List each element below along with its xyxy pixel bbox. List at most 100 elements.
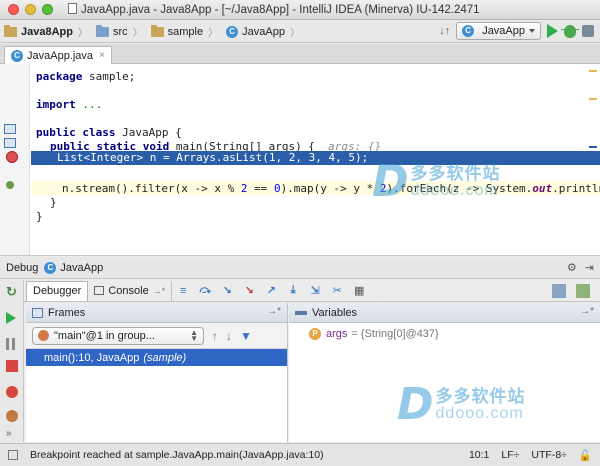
build-arrows-icon[interactable]: ↓↑ bbox=[439, 25, 450, 37]
class-icon: C bbox=[462, 25, 475, 37]
class-icon: C bbox=[44, 261, 57, 274]
pause-icon[interactable] bbox=[6, 338, 15, 350]
force-step-into-icon[interactable]: ↘ bbox=[242, 284, 256, 298]
close-tab-icon[interactable]: × bbox=[99, 50, 105, 61]
mute-breakpoints-icon[interactable] bbox=[6, 410, 18, 422]
drop-frame-icon[interactable]: ⤓ bbox=[286, 284, 300, 298]
memory-view-icon[interactable] bbox=[576, 284, 590, 298]
frames-panel: Frames →* "main"@1 in group... ▲ ▼ ↑ ↓ ▼ … bbox=[26, 303, 288, 442]
layout-settings-icon[interactable] bbox=[552, 284, 566, 298]
thread-select[interactable]: "main"@1 in group... ▲ ▼ bbox=[32, 326, 204, 345]
chevron-down-icon bbox=[529, 29, 535, 33]
file-encoding[interactable]: UTF-8÷ bbox=[531, 449, 567, 462]
variable-row[interactable]: P args = {String[0]@437} bbox=[289, 325, 600, 343]
navigation-bar: Java8App 〉 src 〉 sample 〉 C JavaApp 〉 ↓↑ C Jav… bbox=[0, 21, 600, 43]
class-icon: C bbox=[11, 49, 23, 62]
breadcrumb-class[interactable]: C JavaApp 〉 bbox=[222, 23, 304, 41]
run-toolbar: ↓↑ C JavaApp bbox=[439, 22, 594, 40]
rerun-icon[interactable]: ↻ bbox=[6, 285, 18, 298]
frame-row-selected[interactable]: main():10, JavaApp (sample) bbox=[26, 349, 287, 366]
thread-icon bbox=[38, 330, 49, 341]
breadcrumb-src[interactable]: src 〉 bbox=[92, 23, 147, 41]
code-line: package sample; bbox=[36, 70, 136, 83]
more-actions-icon[interactable]: » bbox=[6, 428, 18, 440]
chevron-right-icon: 〉 bbox=[289, 28, 300, 39]
window-title: JavaApp.java - Java8App - [~/Java8App] -… bbox=[60, 3, 600, 16]
view-breakpoints-icon[interactable] bbox=[6, 386, 18, 398]
document-icon bbox=[68, 3, 77, 14]
pin-icon: →* bbox=[152, 285, 166, 296]
step-into-icon[interactable]: ↘ bbox=[220, 284, 234, 298]
folder-icon bbox=[95, 24, 109, 37]
breakpoint-mark[interactable] bbox=[589, 158, 597, 160]
breakpoint-highlight-line: List<Integer> n = Arrays.asList(1, 2, 3,… bbox=[31, 151, 600, 165]
project-folder-icon bbox=[4, 24, 17, 37]
title-bar: JavaApp.java - Java8App - [~/Java8App] -… bbox=[0, 0, 600, 20]
code-line: } bbox=[50, 196, 57, 209]
resume-icon[interactable] bbox=[6, 312, 16, 324]
variables-icon bbox=[295, 310, 307, 315]
window-controls bbox=[8, 4, 53, 15]
tab-console[interactable]: Console →* bbox=[88, 280, 173, 301]
class-icon: C bbox=[226, 25, 239, 38]
lambda-breakpoint-icon[interactable] bbox=[6, 181, 14, 189]
coverage-button[interactable] bbox=[582, 25, 594, 37]
select-arrows-icon: ▲ ▼ bbox=[190, 327, 198, 343]
frames-header: Frames →* bbox=[26, 303, 287, 323]
tab-debugger[interactable]: Debugger bbox=[26, 280, 89, 301]
breakpoint-icon[interactable] bbox=[6, 151, 18, 163]
code-editor[interactable]: package sample; import ... public class … bbox=[0, 64, 600, 256]
overridden-method-icon[interactable] bbox=[4, 138, 16, 148]
frames-icon bbox=[32, 307, 43, 318]
pin-icon[interactable]: →* bbox=[267, 306, 281, 317]
stop-icon[interactable] bbox=[6, 360, 18, 372]
package-folder-icon bbox=[150, 24, 164, 37]
tool-windows-icon[interactable] bbox=[8, 450, 18, 460]
previous-frame-icon[interactable]: ↑ bbox=[212, 329, 218, 343]
watermark-d-icon: D bbox=[397, 379, 434, 430]
debug-actions-strip: ↻ » bbox=[0, 280, 24, 442]
warning-mark[interactable] bbox=[589, 70, 597, 72]
overridden-method-icon[interactable] bbox=[4, 124, 16, 134]
chevron-right-icon: 〉 bbox=[132, 28, 143, 39]
code-line: public class JavaApp { bbox=[36, 126, 182, 139]
restore-layout-icon[interactable]: ▦ bbox=[352, 284, 366, 298]
parameter-icon: P bbox=[309, 328, 321, 340]
code-line: } bbox=[36, 210, 43, 223]
caret-position[interactable]: 10:1 bbox=[469, 449, 489, 462]
close-window-button[interactable] bbox=[8, 4, 19, 15]
pin-icon[interactable]: →* bbox=[580, 306, 594, 317]
watermark-logo: D 多多软件站 ddooo.com bbox=[397, 379, 526, 430]
tab-javaapp-java[interactable]: C JavaApp.java × bbox=[4, 46, 112, 64]
breadcrumb-project[interactable]: Java8App 〉 bbox=[0, 23, 92, 41]
minimize-window-button[interactable] bbox=[25, 4, 36, 15]
filter-icon[interactable]: ▼ bbox=[240, 329, 252, 343]
gear-icon[interactable]: ⚙ bbox=[567, 261, 577, 274]
next-frame-icon[interactable]: ↓ bbox=[226, 329, 232, 343]
step-over-icon[interactable]: ⤼ bbox=[198, 284, 212, 298]
status-bar: Breakpoint reached at sample.JavaApp.mai… bbox=[0, 443, 600, 466]
run-button[interactable] bbox=[547, 24, 558, 38]
breadcrumb-sample[interactable]: sample 〉 bbox=[147, 23, 222, 41]
variables-header: Variables →* bbox=[289, 303, 600, 323]
hide-panel-icon[interactable]: ⇥ bbox=[585, 261, 594, 274]
step-out-icon[interactable]: ↗ bbox=[264, 284, 278, 298]
warning-mark[interactable] bbox=[589, 98, 597, 100]
chevron-right-icon: 〉 bbox=[208, 28, 219, 39]
debug-toolbar: Debugger Console →* ≡ ⤼ ↘ ↘ ↗ ⤓ ⇲ ✂ ▦ bbox=[0, 280, 600, 302]
debug-button[interactable] bbox=[561, 24, 579, 38]
line-separator[interactable]: LF÷ bbox=[501, 449, 519, 462]
run-configuration-select[interactable]: C JavaApp bbox=[456, 22, 541, 40]
code-line: import ... bbox=[36, 98, 103, 111]
thread-toolbar: "main"@1 in group... ▲ ▼ ↑ ↓ ▼ bbox=[26, 323, 287, 349]
run-to-cursor-icon[interactable]: ⇲ bbox=[308, 284, 322, 298]
zoom-window-button[interactable] bbox=[42, 4, 53, 15]
show-execution-point-icon[interactable]: ≡ bbox=[176, 284, 190, 298]
evaluate-expression-icon[interactable]: ✂ bbox=[330, 284, 344, 298]
lock-icon[interactable]: 🔓 bbox=[579, 449, 592, 462]
editor-error-stripe[interactable] bbox=[589, 64, 597, 255]
debug-tool-window-header: Debug C JavaApp ⚙ ⇥ bbox=[0, 257, 600, 279]
editor-tab-bar: C JavaApp.java × bbox=[0, 44, 600, 64]
variables-panel: Variables →* P args = {String[0]@437} D … bbox=[289, 303, 600, 442]
breakpoint-mark[interactable] bbox=[589, 146, 597, 148]
